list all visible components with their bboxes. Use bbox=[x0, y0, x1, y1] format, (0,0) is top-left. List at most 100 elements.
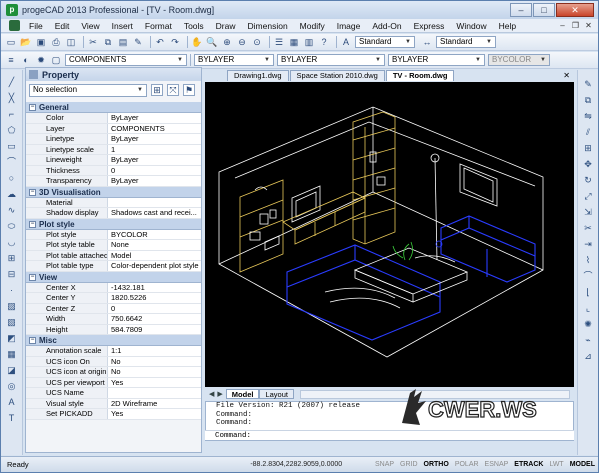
offset-icon[interactable]: ⫽ bbox=[582, 126, 594, 138]
pin-icon[interactable] bbox=[29, 70, 38, 79]
selection-select[interactable]: No selection ▼ bbox=[29, 83, 147, 97]
collapse-icon[interactable]: − bbox=[29, 188, 36, 196]
fillet-icon[interactable]: ⌞ bbox=[582, 302, 594, 314]
property-value[interactable]: 0 bbox=[108, 165, 201, 175]
tab-model[interactable]: Model bbox=[225, 389, 260, 399]
toggle-ortho[interactable]: ORTHO bbox=[421, 461, 452, 468]
tab-layout[interactable]: Layout bbox=[259, 389, 294, 399]
menu-add-on[interactable]: Add-On bbox=[366, 21, 407, 31]
property-row[interactable]: Shadow display Shadows cast and recei... bbox=[26, 208, 201, 219]
property-value[interactable]: Shadows cast and recei... bbox=[108, 208, 201, 218]
insert-block-icon[interactable]: ⊞ bbox=[6, 252, 18, 264]
layer-manager-icon[interactable]: ≡ bbox=[5, 54, 17, 66]
property-value[interactable]: 584.7809 bbox=[108, 324, 201, 334]
property-row[interactable]: Transparency ByLayer bbox=[26, 176, 201, 187]
property-row[interactable]: Color ByLayer bbox=[26, 113, 201, 124]
scale-icon[interactable]: ⤢ bbox=[582, 190, 594, 202]
collapse-icon[interactable]: − bbox=[29, 220, 36, 228]
polygon-icon[interactable]: ⬠ bbox=[6, 124, 18, 136]
property-value[interactable]: 750.6642 bbox=[108, 314, 201, 324]
cut-icon[interactable]: ✂ bbox=[87, 36, 99, 48]
text-icon[interactable]: T bbox=[6, 412, 18, 424]
toggle-model[interactable]: MODEL bbox=[567, 461, 598, 468]
drawing-canvas[interactable] bbox=[205, 82, 574, 387]
property-value[interactable]: ByLayer bbox=[108, 176, 201, 186]
property-row[interactable]: Center Y 1820.5226 bbox=[26, 293, 201, 304]
open-folder-icon[interactable]: 📂 bbox=[20, 36, 32, 48]
menu-dimension[interactable]: Dimension bbox=[242, 21, 294, 31]
zoom-window-icon[interactable]: ⊕ bbox=[221, 36, 233, 48]
category-3d-visualisation[interactable]: −3D Visualisation bbox=[26, 186, 201, 198]
mdi-minimize-icon[interactable]: – bbox=[557, 21, 568, 31]
property-value[interactable]: 0 bbox=[108, 303, 201, 313]
point-icon[interactable]: · bbox=[6, 284, 18, 296]
properties-icon[interactable]: ☰ bbox=[273, 36, 285, 48]
hatch-icon[interactable]: ▨ bbox=[6, 300, 18, 312]
zoom-realtime-icon[interactable]: 🔍 bbox=[206, 36, 218, 48]
region-icon[interactable]: ◩ bbox=[6, 332, 18, 344]
layer-select[interactable]: COMPONENTS ▼ bbox=[65, 54, 187, 66]
property-value[interactable]: COMPONENTS bbox=[108, 123, 201, 133]
calculator-icon[interactable]: ▥ bbox=[303, 36, 315, 48]
tab-space-station[interactable]: Space Station 2010.dwg bbox=[289, 70, 385, 81]
edit-polyline-icon[interactable]: ⌁ bbox=[582, 334, 594, 346]
property-value[interactable]: -1432.181 bbox=[108, 282, 201, 292]
pickadd-icon[interactable]: ⚑ bbox=[183, 84, 195, 96]
toggle-polar[interactable]: POLAR bbox=[452, 461, 482, 468]
close-button[interactable]: ✕ bbox=[556, 3, 594, 17]
mdi-restore-icon[interactable]: ❐ bbox=[570, 21, 581, 31]
wipeout-icon[interactable]: ◪ bbox=[6, 364, 18, 376]
property-row[interactable]: Plot style table None bbox=[26, 240, 201, 251]
extend-icon[interactable]: ⇥ bbox=[582, 238, 594, 250]
zoom-extents-icon[interactable]: ⊙ bbox=[251, 36, 263, 48]
property-row[interactable]: Material bbox=[26, 197, 201, 208]
ellipse-arc-icon[interactable]: ◡ bbox=[6, 236, 18, 248]
property-value[interactable]: Yes bbox=[108, 377, 201, 387]
property-row[interactable]: Visual style 2D Wireframe bbox=[26, 398, 201, 409]
spline-icon[interactable]: ∿ bbox=[6, 204, 18, 216]
mdi-close-icon[interactable]: ✕ bbox=[583, 21, 594, 31]
property-value[interactable]: 2D Wireframe bbox=[108, 398, 201, 408]
help-icon[interactable]: ? bbox=[318, 36, 330, 48]
property-row[interactable]: UCS icon On No bbox=[26, 356, 201, 367]
break-icon[interactable]: ⌇ bbox=[582, 254, 594, 266]
make-block-icon[interactable]: ⊟ bbox=[6, 268, 18, 280]
menu-format[interactable]: Format bbox=[139, 21, 178, 31]
property-value[interactable]: 1 bbox=[108, 144, 201, 154]
paste-icon[interactable]: ▤ bbox=[117, 36, 129, 48]
new-file-icon[interactable]: ▭ bbox=[5, 36, 17, 48]
copy-icon[interactable]: ⧉ bbox=[102, 36, 114, 48]
chamfer-icon[interactable]: ⌊ bbox=[582, 286, 594, 298]
category-view[interactable]: − View bbox=[26, 271, 201, 283]
select-objects-icon[interactable]: ⤧ bbox=[167, 84, 179, 96]
explode-icon[interactable]: ✺ bbox=[582, 318, 594, 330]
app-icon[interactable]: p bbox=[6, 4, 18, 16]
rectangle-icon[interactable]: ▭ bbox=[6, 140, 18, 152]
toggle-snap[interactable]: SNAP bbox=[372, 461, 397, 468]
layer-freeze-icon[interactable]: ✹ bbox=[35, 54, 47, 66]
print-icon[interactable]: ⎙ bbox=[50, 36, 62, 48]
menu-file[interactable]: File bbox=[23, 21, 49, 31]
ellipse-icon[interactable]: ⬭ bbox=[6, 220, 18, 232]
menu-view[interactable]: View bbox=[75, 21, 105, 31]
property-row[interactable]: Center X -1432.181 bbox=[26, 282, 201, 293]
property-value[interactable]: None bbox=[108, 240, 201, 250]
erase-icon[interactable]: ✎ bbox=[582, 78, 594, 90]
property-value[interactable] bbox=[108, 197, 201, 207]
zoom-previous-icon[interactable]: ⊖ bbox=[236, 36, 248, 48]
array-icon[interactable]: ⊞ bbox=[582, 142, 594, 154]
stretch-icon[interactable]: ⇲ bbox=[582, 206, 594, 218]
print-preview-icon[interactable]: ◫ bbox=[65, 36, 77, 48]
save-icon[interactable]: ▣ bbox=[35, 36, 47, 48]
toggle-grid[interactable]: GRID bbox=[397, 461, 421, 468]
property-value[interactable]: Yes bbox=[108, 409, 201, 419]
linetype-select[interactable]: BYLAYER ▼ bbox=[277, 54, 385, 66]
tab-tv-room[interactable]: TV - Room.dwg bbox=[385, 70, 455, 81]
property-row[interactable]: Set PICKADD Yes bbox=[26, 409, 201, 420]
dim-style-icon[interactable]: ↔ bbox=[421, 36, 433, 48]
collapse-icon[interactable]: − bbox=[29, 104, 36, 111]
layer-state-icon[interactable]: ◐ bbox=[20, 54, 32, 66]
polyline-icon[interactable]: ⌐ bbox=[6, 108, 18, 120]
property-row[interactable]: Linetype scale 1 bbox=[26, 144, 201, 155]
document-icon[interactable] bbox=[9, 20, 20, 31]
